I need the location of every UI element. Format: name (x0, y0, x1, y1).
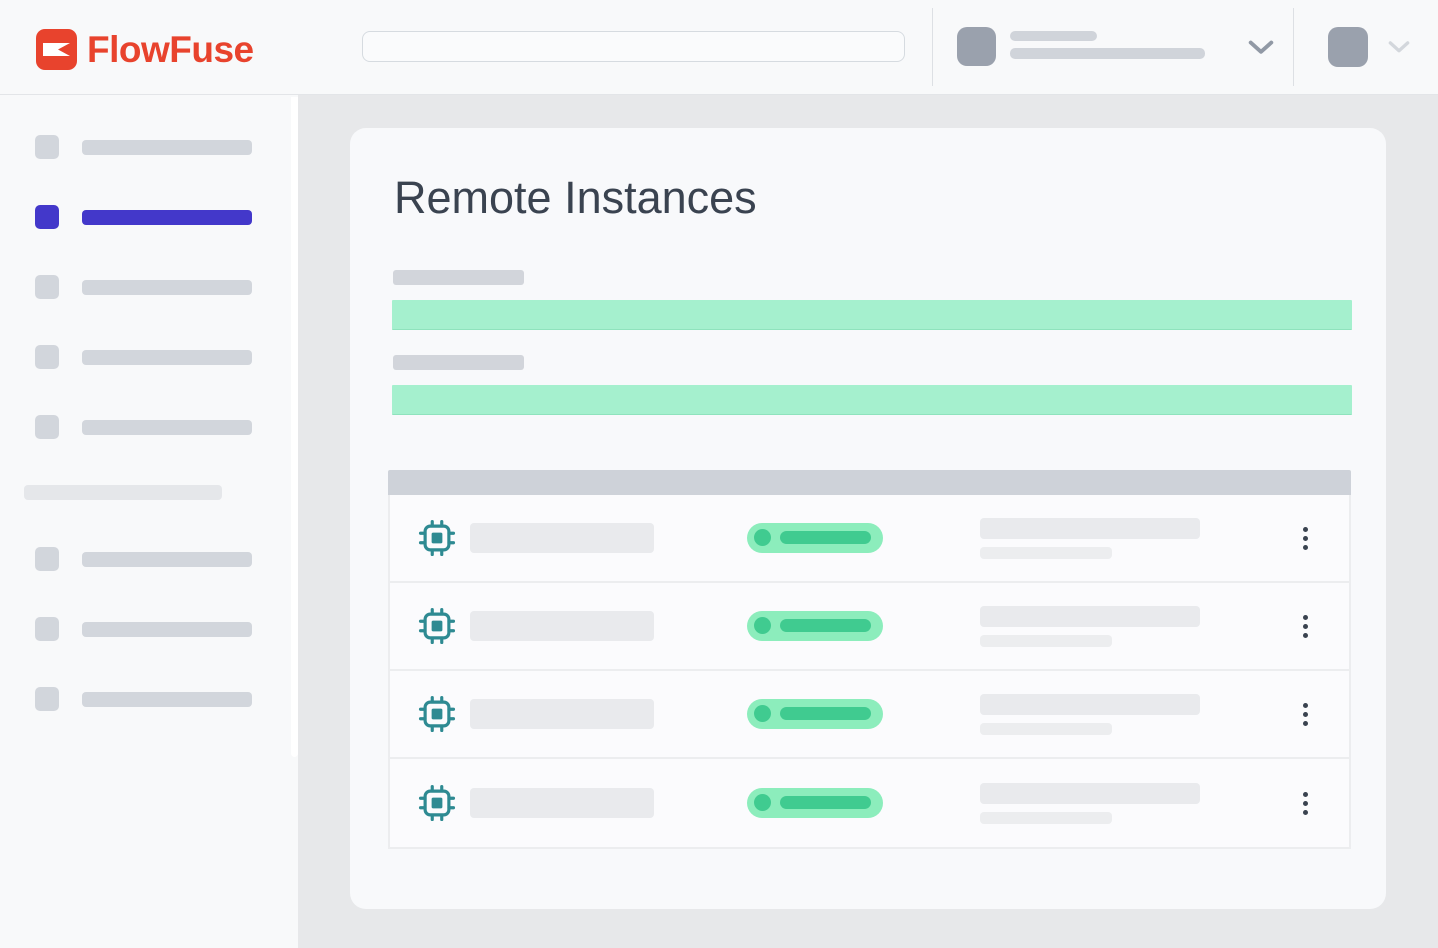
sidebar-secondary-nav (0, 500, 298, 711)
page-title: Remote Instances (394, 174, 757, 222)
sidebar (0, 95, 298, 948)
instance-meta (980, 606, 1200, 647)
main-content: Remote Instances (298, 95, 1438, 948)
nav-item-icon-skeleton (35, 275, 59, 299)
meta-line-skeleton (980, 635, 1112, 647)
meta-line-skeleton (980, 606, 1200, 627)
sidebar-nav-item[interactable] (0, 617, 298, 641)
status-pill (747, 523, 883, 553)
nav-item-icon-skeleton (35, 547, 59, 571)
form-field-input-highlight[interactable] (392, 300, 1352, 330)
instance-name-skeleton (470, 788, 654, 818)
team-subtitle-skeleton (1010, 48, 1205, 59)
sidebar-nav-item[interactable] (0, 415, 298, 439)
team-name-skeleton (1010, 31, 1097, 41)
meta-line-skeleton (980, 723, 1112, 735)
header-divider (932, 8, 933, 86)
form-field-input-highlight[interactable] (392, 385, 1352, 415)
nav-item-label-skeleton (82, 140, 252, 155)
status-pill (747, 788, 883, 818)
brand-home-link[interactable]: FlowFuse (36, 29, 254, 70)
instance-name-skeleton (470, 699, 654, 729)
sidebar-nav-item[interactable] (0, 275, 298, 299)
nav-item-icon-skeleton (35, 687, 59, 711)
meta-line-skeleton (980, 518, 1200, 539)
sidebar-nav-item[interactable] (0, 687, 298, 711)
nav-item-icon-skeleton (35, 345, 59, 369)
chip-icon (418, 784, 456, 822)
nav-item-label-skeleton (82, 622, 252, 637)
instance-meta (980, 783, 1200, 824)
chevron-down-icon (1248, 40, 1274, 56)
sidebar-nav-item[interactable] (0, 345, 298, 369)
table-row[interactable] (390, 759, 1349, 847)
chevron-down-icon (1388, 41, 1410, 54)
status-label-skeleton (780, 531, 871, 544)
user-menu-button[interactable] (1328, 27, 1414, 68)
meta-line-skeleton (980, 694, 1200, 715)
meta-line-skeleton (980, 812, 1112, 824)
chip-icon (418, 695, 456, 733)
sidebar-primary-nav (0, 95, 298, 439)
sidebar-scrollbar[interactable] (291, 97, 298, 757)
brand-wordmark: FlowFuse (87, 29, 254, 70)
remote-instances-card: Remote Instances (350, 128, 1386, 909)
form-field-label-skeleton (393, 355, 524, 370)
meta-line-skeleton (980, 783, 1200, 804)
team-avatar (957, 27, 996, 66)
status-dot (754, 705, 771, 722)
nav-item-icon-skeleton (35, 617, 59, 641)
instance-name-skeleton (470, 523, 654, 553)
table-row[interactable] (390, 495, 1349, 583)
sidebar-nav-item[interactable] (0, 135, 298, 159)
nav-item-label-skeleton (82, 210, 252, 225)
sidebar-nav-item[interactable] (0, 547, 298, 571)
status-dot (754, 529, 771, 546)
header-divider (1293, 8, 1294, 86)
row-menu-button[interactable] (1293, 518, 1317, 558)
instances-table (388, 470, 1351, 849)
chip-icon (418, 607, 456, 645)
nav-item-icon-skeleton (35, 135, 59, 159)
team-selector-button[interactable] (957, 27, 1277, 68)
sidebar-section-label-skeleton (24, 485, 222, 500)
search-input[interactable] (362, 31, 905, 62)
user-avatar (1328, 27, 1368, 67)
row-menu-button[interactable] (1293, 783, 1317, 823)
nav-item-icon-skeleton (35, 415, 59, 439)
instance-meta (980, 694, 1200, 735)
status-label-skeleton (780, 796, 871, 809)
nav-item-icon-skeleton (35, 205, 59, 229)
app-header: FlowFuse (0, 0, 1438, 95)
nav-item-label-skeleton (82, 552, 252, 567)
status-dot (754, 794, 771, 811)
table-row[interactable] (390, 671, 1349, 759)
status-dot (754, 617, 771, 634)
instance-name-skeleton (470, 611, 654, 641)
row-menu-button[interactable] (1293, 606, 1317, 646)
table-body (388, 495, 1351, 849)
status-pill (747, 611, 883, 641)
sidebar-nav-item[interactable] (0, 205, 298, 229)
status-pill (747, 699, 883, 729)
nav-item-label-skeleton (82, 350, 252, 365)
nav-item-label-skeleton (82, 420, 252, 435)
row-menu-button[interactable] (1293, 694, 1317, 734)
table-row[interactable] (390, 583, 1349, 671)
instance-meta (980, 518, 1200, 559)
nav-item-label-skeleton (82, 692, 252, 707)
form-field-label-skeleton (393, 270, 524, 285)
nav-item-label-skeleton (82, 280, 252, 295)
flowfuse-logo-icon (36, 29, 77, 70)
chip-icon (418, 519, 456, 557)
status-label-skeleton (780, 707, 871, 720)
status-label-skeleton (780, 619, 871, 632)
table-header-skeleton (388, 470, 1351, 495)
meta-line-skeleton (980, 547, 1112, 559)
